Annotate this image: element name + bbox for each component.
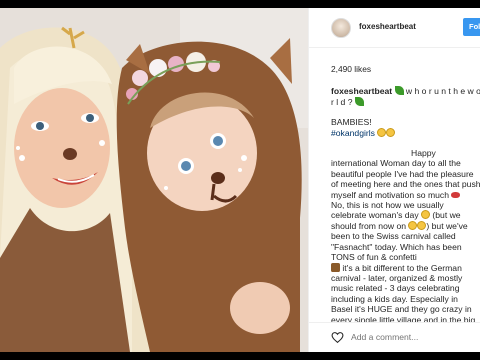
post-header: foxesheartbeat Follow bbox=[309, 8, 480, 48]
photo-illustration bbox=[0, 8, 308, 352]
smile-icon bbox=[377, 127, 387, 137]
leaf-icon bbox=[354, 96, 364, 106]
leaf-icon bbox=[394, 86, 404, 96]
post-sidebar: foxesheartbeat Follow 2,490 likes foxesh… bbox=[308, 8, 480, 352]
likes-count[interactable]: 2,490 likes bbox=[331, 64, 480, 74]
post-body: 2,490 likes foxesheartbeat w h o r u n t… bbox=[331, 64, 480, 322]
instagram-post: foxesheartbeat Follow 2,490 likes foxesh… bbox=[0, 8, 480, 352]
hashtag-link[interactable]: #okandgirls bbox=[331, 128, 375, 138]
caption-bambies: BAMBIES! bbox=[331, 117, 372, 128]
heart-icon[interactable] bbox=[331, 331, 344, 344]
smile-icon bbox=[386, 127, 396, 137]
dancer-icon bbox=[331, 262, 340, 272]
post-photo[interactable] bbox=[0, 8, 308, 352]
caption-para3: it's a bit different to the German carni… bbox=[331, 262, 476, 323]
post-footer bbox=[309, 322, 480, 352]
caption-username[interactable]: foxesheartbeat bbox=[331, 86, 392, 96]
smile-icon bbox=[421, 210, 431, 220]
smile-icon bbox=[408, 220, 418, 230]
username-link[interactable]: foxesheartbeat bbox=[359, 22, 416, 31]
lips-icon bbox=[451, 191, 461, 198]
caption: foxesheartbeat w h o r u n t h e w o r l… bbox=[331, 86, 480, 322]
avatar[interactable] bbox=[331, 18, 351, 38]
add-comment-input[interactable] bbox=[351, 332, 462, 342]
follow-button[interactable]: Follow bbox=[463, 18, 480, 36]
